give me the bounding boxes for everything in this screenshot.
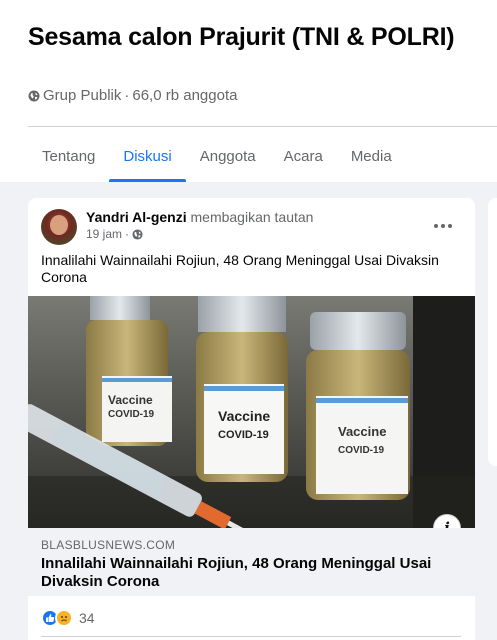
post-action-text: membagikan tautan — [190, 209, 314, 225]
side-card — [488, 198, 497, 466]
tab-acara[interactable]: Acara — [270, 130, 337, 182]
svg-text:Vaccine: Vaccine — [108, 393, 153, 407]
group-member-count[interactable]: 66,0 rb anggota — [132, 87, 237, 104]
meta-separator: · — [124, 87, 130, 104]
reaction-count[interactable]: 34 — [79, 610, 95, 626]
sad-reaction-icon — [55, 609, 73, 627]
vial-label-1: Vaccine — [218, 408, 270, 424]
header-divider — [28, 126, 497, 127]
vial-label-2b: COVID-19 — [338, 445, 385, 456]
globe-icon — [28, 90, 40, 101]
group-header: Sesama calon Prajurit (TNI & POLRI) Grup… — [0, 0, 497, 182]
tab-anggota[interactable]: Anggota — [186, 130, 270, 182]
post-timestamp[interactable]: 19 jam — [86, 227, 122, 241]
link-preview-meta[interactable]: BLASBLUSNEWS.COM Innalilahi Wainnailahi … — [28, 528, 475, 596]
link-preview-image[interactable]: Vaccine COVID-19 Vaccine COVID-19 Vaccin… — [28, 296, 475, 528]
vial-label-2: Vaccine — [338, 424, 386, 439]
vaccine-vials-illustration: Vaccine COVID-19 Vaccine COVID-19 Vaccin… — [28, 296, 475, 528]
globe-icon — [132, 228, 143, 240]
post-text: Innalilahi Wainnailahi Rojiun, 48 Orang … — [41, 252, 439, 285]
tab-diskusi[interactable]: Diskusi — [109, 130, 187, 182]
tab-media[interactable]: Media — [337, 130, 406, 182]
svg-text:COVID-19: COVID-19 — [108, 409, 155, 420]
post-card: Yandri Al-genzi membagikan tautan 19 jam… — [28, 198, 475, 640]
group-title[interactable]: Sesama calon Prajurit (TNI & POLRI) — [28, 22, 468, 53]
post-time: 19 jam · — [86, 227, 143, 241]
post-divider — [41, 636, 461, 637]
post-author-line: Yandri Al-genzi membagikan tautan — [86, 209, 313, 225]
group-tabs: Tentang Diskusi Anggota Acara Media — [28, 130, 406, 182]
avatar[interactable] — [41, 209, 77, 245]
post-author-name[interactable]: Yandri Al-genzi — [86, 209, 187, 225]
group-meta: Grup Publik · 66,0 rb anggota — [28, 87, 237, 104]
link-title[interactable]: Innalilahi Wainnailahi Rojiun, 48 Orang … — [41, 555, 461, 591]
reactions-summary[interactable]: 34 — [41, 609, 95, 627]
link-domain: BLASBLUSNEWS.COM — [41, 538, 176, 552]
vial-label-1b: COVID-19 — [218, 429, 269, 441]
group-privacy[interactable]: Grup Publik — [43, 87, 121, 104]
tab-tentang[interactable]: Tentang — [28, 130, 109, 182]
more-options-icon[interactable] — [428, 213, 458, 239]
time-separator: · — [125, 227, 130, 241]
